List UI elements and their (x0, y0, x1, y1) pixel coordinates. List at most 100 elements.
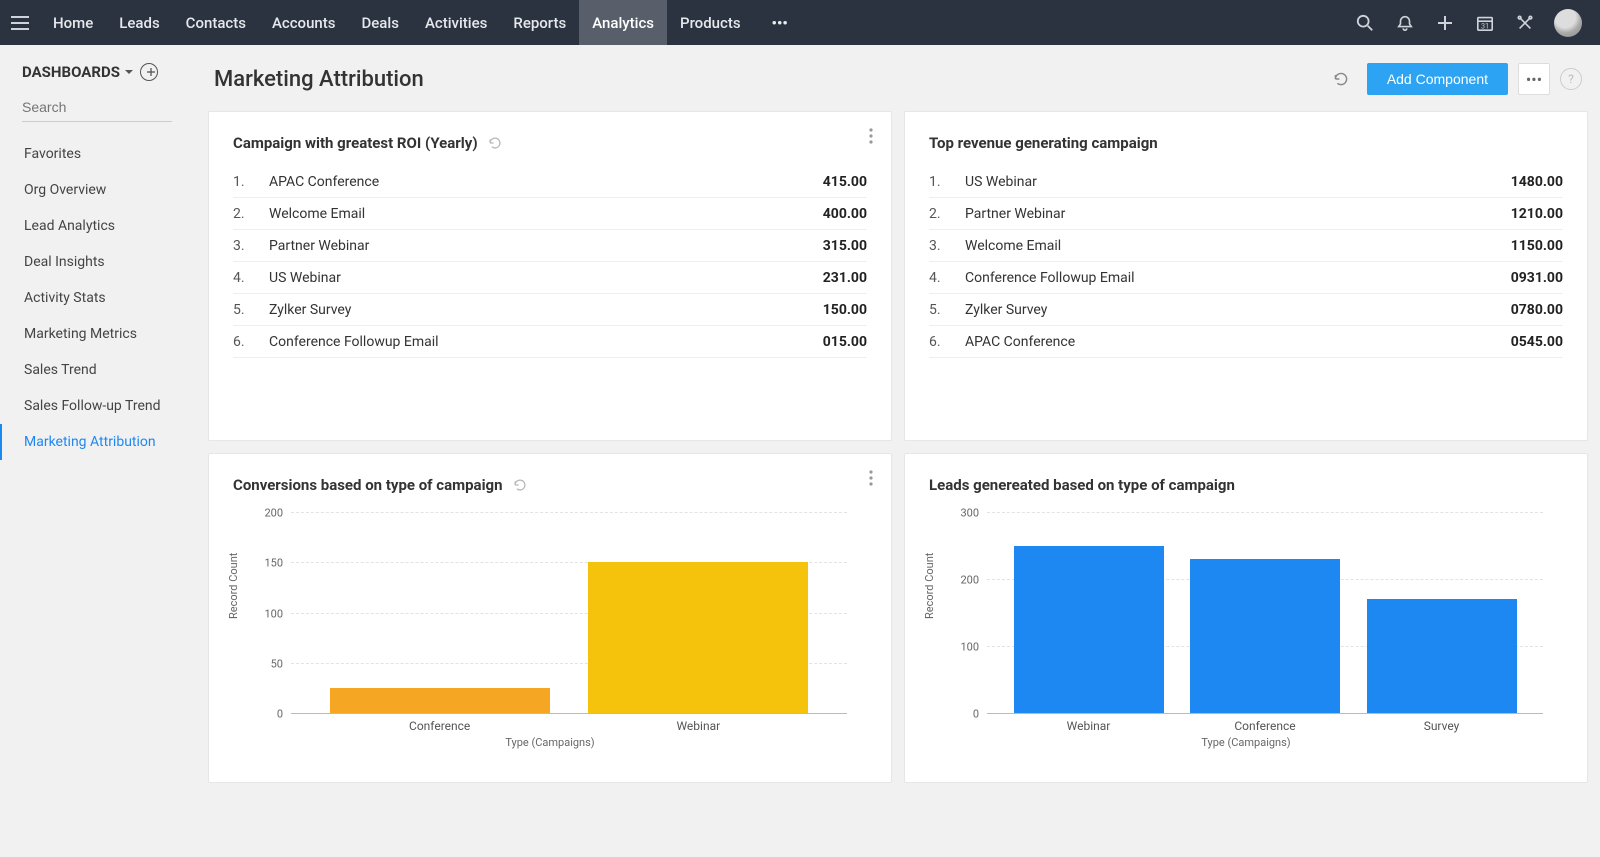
rank-name: Zylker Survey (965, 302, 1511, 318)
sidebar-item-org-overview[interactable]: Org Overview (0, 172, 200, 208)
list-item: 4.US Webinar231.00 (233, 262, 867, 294)
nav-overflow-menu[interactable]: ••• (754, 14, 806, 32)
rank-index: 3. (929, 238, 965, 254)
x-tick-label: Conference (330, 719, 550, 733)
chevron-down-icon[interactable] (124, 67, 134, 77)
roi-list: 1.APAC Conference415.00 2.Welcome Email40… (233, 166, 867, 358)
rank-value: 231.00 (823, 270, 867, 286)
card-more-icon[interactable] (869, 128, 873, 144)
rank-name: Partner Webinar (965, 206, 1511, 222)
rank-index: 3. (233, 238, 269, 254)
list-item: 5.Zylker Survey150.00 (233, 294, 867, 326)
help-icon[interactable]: ? (1560, 68, 1582, 90)
main-header: Marketing Attribution Add Component ••• … (208, 63, 1588, 111)
rank-name: Partner Webinar (269, 238, 823, 254)
rank-name: APAC Conference (965, 334, 1511, 350)
rank-value: 150.00 (823, 302, 867, 318)
y-tick-label: 100 (264, 607, 283, 620)
sidebar-item-marketing-metrics[interactable]: Marketing Metrics (0, 316, 200, 352)
sidebar-item-activity-stats[interactable]: Activity Stats (0, 280, 200, 316)
rank-value: 1150.00 (1511, 238, 1563, 254)
nav-tab-activities[interactable]: Activities (412, 0, 500, 45)
nav-tab-deals[interactable]: Deals (348, 0, 411, 45)
sidebar-item-sales-trend[interactable]: Sales Trend (0, 352, 200, 388)
rank-index: 4. (929, 270, 965, 286)
card-more-icon[interactable] (869, 470, 873, 486)
rank-name: Conference Followup Email (965, 270, 1511, 286)
sidebar-item-marketing-attribution[interactable]: Marketing Attribution (0, 424, 200, 460)
x-tick-label: Webinar (1014, 719, 1164, 733)
rank-value: 0931.00 (1511, 270, 1563, 286)
x-axis-label: Type (Campaigns) (233, 736, 867, 749)
list-item: 3.Welcome Email1150.00 (929, 230, 1563, 262)
nav-tab-contacts[interactable]: Contacts (173, 0, 259, 45)
card-revenue-title: Top revenue generating campaign (929, 134, 1158, 152)
revenue-list: 1.US Webinar1480.002.Partner Webinar1210… (929, 166, 1563, 358)
y-axis-label: Record Count (923, 552, 936, 618)
rank-value: 400.00 (823, 206, 867, 222)
nav-tab-leads[interactable]: Leads (106, 0, 172, 45)
list-item: 6.APAC Conference0545.00 (929, 326, 1563, 358)
page-refresh-icon[interactable] (1325, 63, 1357, 95)
rank-name: Welcome Email (269, 206, 823, 222)
bar-conference: Conference (330, 512, 550, 713)
nav-right-tools: 31 (1354, 9, 1600, 37)
tools-icon[interactable] (1514, 12, 1536, 34)
rank-value: 1480.00 (1511, 174, 1563, 190)
sidebar-item-lead-analytics[interactable]: Lead Analytics (0, 208, 200, 244)
sidebar-item-sales-follow-up-trend[interactable]: Sales Follow-up Trend (0, 388, 200, 424)
search-icon[interactable] (1354, 12, 1376, 34)
add-dashboard-button[interactable] (140, 63, 158, 81)
calendar-icon[interactable]: 31 (1474, 12, 1496, 34)
rank-index: 6. (929, 334, 965, 350)
main-panel: Marketing Attribution Add Component ••• … (200, 45, 1600, 857)
avatar[interactable] (1554, 9, 1582, 37)
bar-conference: Conference (1190, 512, 1340, 713)
rank-index: 2. (233, 206, 269, 222)
sidebar: DASHBOARDS FavoritesOrg OverviewLead Ana… (0, 45, 200, 857)
rank-value: 015.00 (823, 334, 867, 350)
nav-tab-analytics[interactable]: Analytics (579, 0, 667, 45)
rank-index: 2. (929, 206, 965, 222)
y-tick-label: 200 (264, 507, 283, 520)
card-conversions-title: Conversions based on type of campaign (233, 476, 503, 494)
y-tick-label: 150 (264, 557, 283, 570)
list-item: 1.US Webinar1480.00 (929, 166, 1563, 198)
x-axis-label: Type (Campaigns) (929, 736, 1563, 749)
rank-name: Zylker Survey (269, 302, 823, 318)
list-item: 4.Conference Followup Email0931.00 (929, 262, 1563, 294)
rank-index: 6. (233, 334, 269, 350)
nav-tab-reports[interactable]: Reports (500, 0, 579, 45)
nav-tabs: HomeLeadsContactsAccountsDealsActivities… (40, 0, 754, 45)
sidebar-search-input[interactable] (22, 93, 172, 122)
card-conversions: Conversions based on type of campaign Re… (208, 453, 892, 783)
list-item: 2.Partner Webinar1210.00 (929, 198, 1563, 230)
card-refresh-icon[interactable] (488, 136, 502, 150)
bar-webinar: Webinar (588, 512, 808, 713)
nav-tab-products[interactable]: Products (667, 0, 754, 45)
sidebar-item-deal-insights[interactable]: Deal Insights (0, 244, 200, 280)
add-component-button[interactable]: Add Component (1367, 63, 1508, 95)
rank-index: 5. (929, 302, 965, 318)
y-tick-label: 0 (973, 708, 979, 721)
nav-tab-home[interactable]: Home (40, 0, 106, 45)
card-leads-title: Leads genereated based on type of campai… (929, 476, 1235, 494)
plus-icon[interactable] (1434, 12, 1456, 34)
y-tick-label: 300 (960, 507, 979, 520)
hamburger-icon[interactable] (0, 0, 40, 45)
rank-index: 1. (233, 174, 269, 190)
y-tick-label: 200 (960, 573, 979, 586)
card-leads: Leads genereated based on type of campai… (904, 453, 1588, 783)
list-item: 1.APAC Conference415.00 (233, 166, 867, 198)
rank-name: Welcome Email (965, 238, 1511, 254)
sidebar-item-favorites[interactable]: Favorites (0, 136, 200, 172)
card-refresh-icon[interactable] (513, 478, 527, 492)
rank-index: 5. (233, 302, 269, 318)
nav-tab-accounts[interactable]: Accounts (259, 0, 349, 45)
x-tick-label: Webinar (588, 719, 808, 733)
list-item: 3.Partner Webinar315.00 (233, 230, 867, 262)
x-tick-label: Survey (1367, 719, 1517, 733)
page-more-button[interactable]: ••• (1518, 63, 1550, 95)
rank-value: 0545.00 (1511, 334, 1563, 350)
bell-icon[interactable] (1394, 12, 1416, 34)
